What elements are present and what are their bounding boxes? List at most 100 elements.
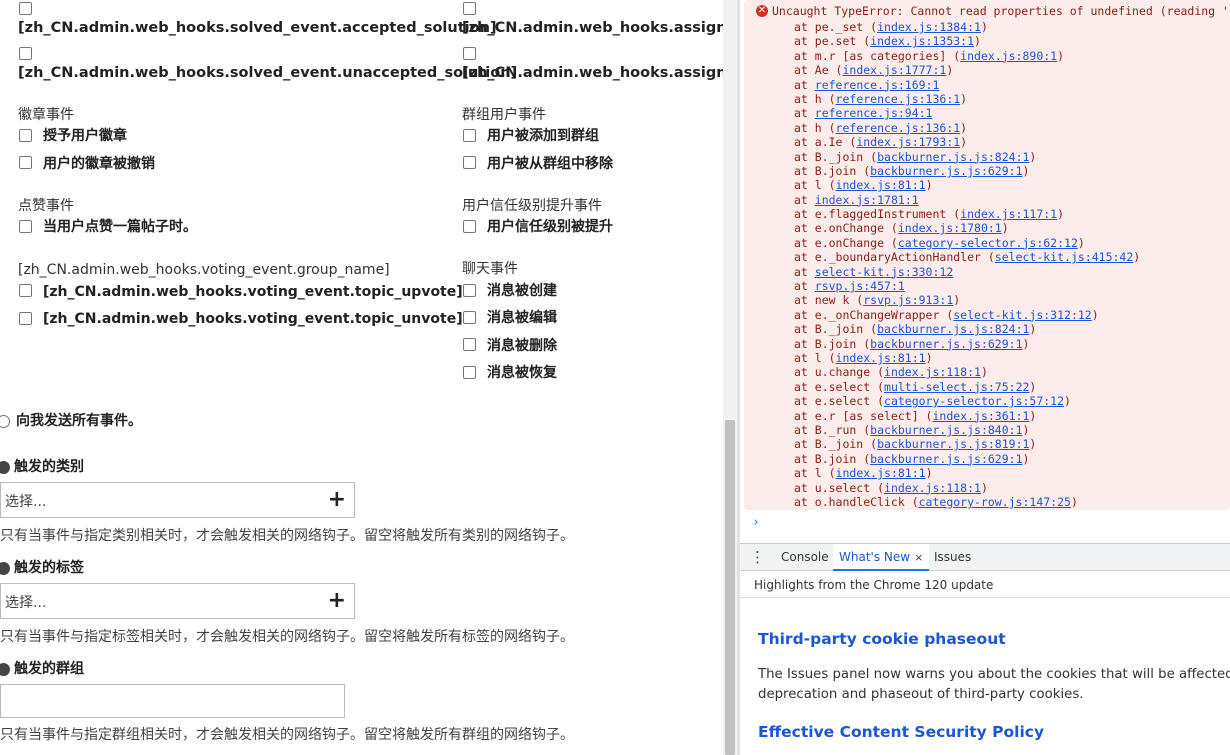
- voting-event-group-title: [zh_CN.admin.web_hooks.voting_event.grou…: [18, 262, 390, 278]
- chat-edited-label: 消息被编辑: [487, 310, 557, 326]
- tab-issues[interactable]: Issues: [930, 544, 975, 571]
- assign-event-2-checkbox[interactable]: [463, 47, 476, 60]
- stack-frame-suffix: ): [960, 91, 968, 106]
- stack-frame-source-link[interactable]: backburner.js.js:629:1: [870, 164, 1022, 178]
- trigger-categories-chooser[interactable]: 选择... +: [0, 482, 355, 518]
- stack-frame: at B._run (backburner.js.js:840:1): [794, 423, 1140, 437]
- stack-frame-source-link[interactable]: index.js:1793:1: [856, 135, 960, 149]
- stack-frame-source-link[interactable]: index.js:118:1: [884, 365, 981, 379]
- trigger-tags-label: 触发的标签: [14, 560, 84, 576]
- stack-frame-suffix: ): [953, 293, 961, 308]
- trust-level-up-checkbox[interactable]: [463, 220, 476, 233]
- solved-accepted-checkbox[interactable]: [19, 2, 32, 15]
- stack-frame-suffix: ): [1001, 221, 1009, 236]
- stack-frame-source-link[interactable]: reference.js:169:1: [815, 78, 940, 92]
- tab-console[interactable]: Console: [777, 544, 833, 571]
- assign-event-1-checkbox[interactable]: [463, 2, 476, 15]
- stack-frame-source-link[interactable]: backburner.js.js:629:1: [870, 452, 1022, 466]
- article-title-csp[interactable]: Effective Content Security Policy: [758, 723, 1044, 741]
- stack-frame: at e.onChange (index.js:1780:1): [794, 221, 1140, 235]
- chat-deleted-checkbox[interactable]: [463, 338, 476, 351]
- article-title-cookie-phaseout[interactable]: Third-party cookie phaseout: [758, 630, 1006, 648]
- stack-frame-source-link[interactable]: index.js:118:1: [884, 481, 981, 495]
- divider: [740, 597, 1230, 598]
- group-user-removed-label: 用户被从群组中移除: [487, 156, 613, 172]
- trigger-categories-label: 触发的类别: [14, 459, 84, 475]
- stack-frame-source-link[interactable]: index.js:81:1: [836, 351, 926, 365]
- group-user-added-checkbox[interactable]: [463, 129, 476, 142]
- stack-frame-source-link[interactable]: category-selector.js:57:12: [884, 394, 1064, 408]
- voting-upvote-label: [zh_CN.admin.web_hooks.voting_event.topi…: [43, 284, 463, 300]
- stack-frame-suffix: ): [1077, 235, 1085, 250]
- stack-frame-suffix: ): [1022, 451, 1030, 466]
- stack-frame-source-link[interactable]: reference.js:136:1: [836, 92, 961, 106]
- stack-frame-suffix: ): [980, 365, 988, 380]
- tab-whats-new-label: What's New: [839, 550, 911, 564]
- like-post-checkbox[interactable]: [19, 220, 32, 233]
- stack-frame: at B.join (backburner.js.js:629:1): [794, 164, 1140, 178]
- chat-edited-checkbox[interactable]: [463, 311, 476, 324]
- stack-frame-source-link[interactable]: index.js:1781:1: [815, 193, 919, 207]
- stack-frame-function: at a.Ie (: [794, 135, 857, 150]
- stack-frame: at m.r [as categories] (index.js:890:1): [794, 49, 1140, 63]
- stack-frame-source-link[interactable]: index.js:890:1: [960, 49, 1057, 63]
- voting-upvote-checkbox[interactable]: [19, 284, 32, 297]
- stack-frame-source-link[interactable]: backburner.js.js:629:1: [870, 337, 1022, 351]
- chat-restored-checkbox[interactable]: [463, 366, 476, 379]
- stack-frame-source-link[interactable]: backburner.js.js:824:1: [877, 322, 1029, 336]
- stack-frame-function: at e.flaggedInstrument (: [794, 207, 961, 222]
- stack-frame: at rsvp.js:457:1: [794, 279, 1140, 293]
- stack-frame-function: at l (: [794, 466, 836, 481]
- stack-frame-function: at: [794, 192, 815, 207]
- tab-whats-new[interactable]: What's New ×: [833, 544, 930, 571]
- stack-frame-source-link[interactable]: backburner.js.js:840:1: [870, 423, 1022, 437]
- stack-frame: at B.join (backburner.js.js:629:1): [794, 452, 1140, 466]
- stack-frame-source-link[interactable]: index.js:1384:1: [877, 20, 981, 34]
- stack-frame-function: at e.onChange (: [794, 235, 898, 250]
- badge-granted-checkbox[interactable]: [19, 129, 32, 142]
- stack-frame-source-link[interactable]: index.js:1780:1: [898, 221, 1002, 235]
- stack-frame-source-link[interactable]: index.js:117:1: [960, 207, 1057, 221]
- stack-frame-source-link[interactable]: multi-select.js:75:22: [884, 380, 1029, 394]
- stack-frame-suffix: ): [974, 34, 981, 49]
- stack-frame-function: at o.handleClick (: [794, 494, 919, 509]
- stack-frame-source-link[interactable]: index.js:81:1: [836, 466, 926, 480]
- solved-unaccepted-checkbox[interactable]: [19, 47, 32, 60]
- solved-accepted-label: [zh_CN.admin.web_hooks.solved_event.acce…: [18, 20, 497, 36]
- stack-frame-source-link[interactable]: backburner.js.js:819:1: [877, 437, 1029, 451]
- badge-revoked-checkbox[interactable]: [19, 156, 32, 169]
- chat-created-checkbox[interactable]: [463, 284, 476, 297]
- group-user-removed-checkbox[interactable]: [463, 156, 476, 169]
- console-prompt[interactable]: ›: [752, 515, 760, 530]
- page-scrollbar-thumb[interactable]: [725, 420, 735, 755]
- group-user-added-label: 用户被添加到群组: [487, 128, 599, 144]
- voting-unvote-checkbox[interactable]: [19, 312, 32, 325]
- chat-deleted-label: 消息被删除: [487, 338, 557, 354]
- stack-frame-source-link[interactable]: index.js:1353:1: [870, 34, 974, 48]
- error-text: Uncaught TypeError: Cannot read properti…: [772, 4, 1230, 18]
- stack-frame: at h (reference.js:136:1): [794, 92, 1140, 106]
- stack-frame-source-link[interactable]: select-kit.js:312:12: [953, 308, 1091, 322]
- kebab-menu-icon[interactable]: ⋮: [750, 548, 765, 566]
- stack-frame-source-link[interactable]: category-row.js:147:25: [919, 495, 1071, 509]
- stack-frame-source-link[interactable]: category-selector.js:62:12: [898, 236, 1078, 250]
- stack-frame-source-link[interactable]: select-kit.js:330:12: [815, 265, 953, 279]
- trigger-groups-input[interactable]: [0, 684, 345, 718]
- stack-frame-source-link[interactable]: reference.js:136:1: [836, 121, 961, 135]
- stack-frame-source-link[interactable]: index.js:81:1: [836, 178, 926, 192]
- trigger-tags-chooser[interactable]: 选择... +: [0, 583, 355, 619]
- stack-frame-source-link[interactable]: select-kit.js:415:42: [995, 250, 1133, 264]
- stack-frame-source-link[interactable]: rsvp.js:913:1: [863, 293, 953, 307]
- badge-granted-label: 授予用户徽章: [43, 128, 127, 144]
- stack-frame-source-link[interactable]: backburner.js.js:824:1: [877, 150, 1029, 164]
- stack-frame-suffix: ): [1022, 422, 1030, 437]
- stack-frame-source-link[interactable]: index.js:1777:1: [842, 63, 946, 77]
- stack-frame-source-link[interactable]: reference.js:94:1: [815, 106, 933, 120]
- stack-frame-source-link[interactable]: rsvp.js:457:1: [815, 279, 905, 293]
- stack-frame-suffix: ): [1029, 149, 1037, 164]
- stack-frame: at e.onChange (category-selector.js:62:1…: [794, 236, 1140, 250]
- stack-frame-function: at pe._set (: [794, 20, 878, 34]
- send-all-events-radio[interactable]: [0, 415, 10, 428]
- stack-frame-source-link[interactable]: index.js:361:1: [932, 409, 1029, 423]
- close-icon[interactable]: ×: [914, 551, 923, 564]
